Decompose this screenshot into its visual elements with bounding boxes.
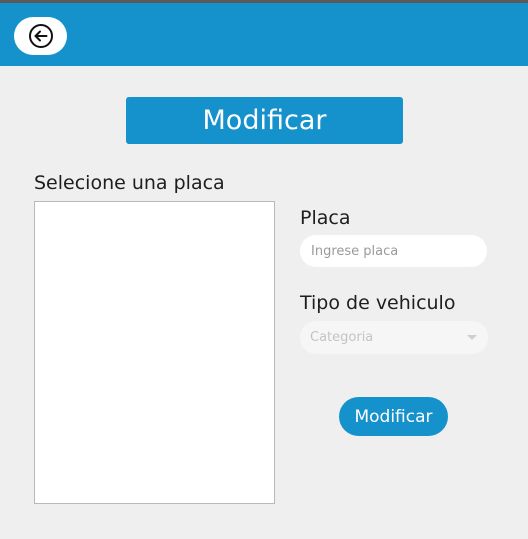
plate-list[interactable]	[34, 201, 275, 504]
plate-list-label: Selecione una placa	[34, 172, 225, 194]
vehicle-type-select[interactable]: Categoria	[300, 321, 488, 354]
back-button[interactable]	[14, 17, 67, 55]
plate-input[interactable]	[300, 235, 487, 267]
top-bar	[0, 3, 528, 66]
modify-button[interactable]: Modificar	[339, 397, 448, 436]
arrow-left-circle-icon	[28, 23, 54, 49]
vehicle-type-select-value: Categoria	[310, 330, 374, 345]
plate-label: Placa	[300, 207, 351, 229]
modify-title-button[interactable]: Modificar	[126, 97, 403, 144]
vehicle-type-label: Tipo de vehiculo	[300, 292, 456, 314]
chevron-down-icon	[467, 335, 477, 340]
